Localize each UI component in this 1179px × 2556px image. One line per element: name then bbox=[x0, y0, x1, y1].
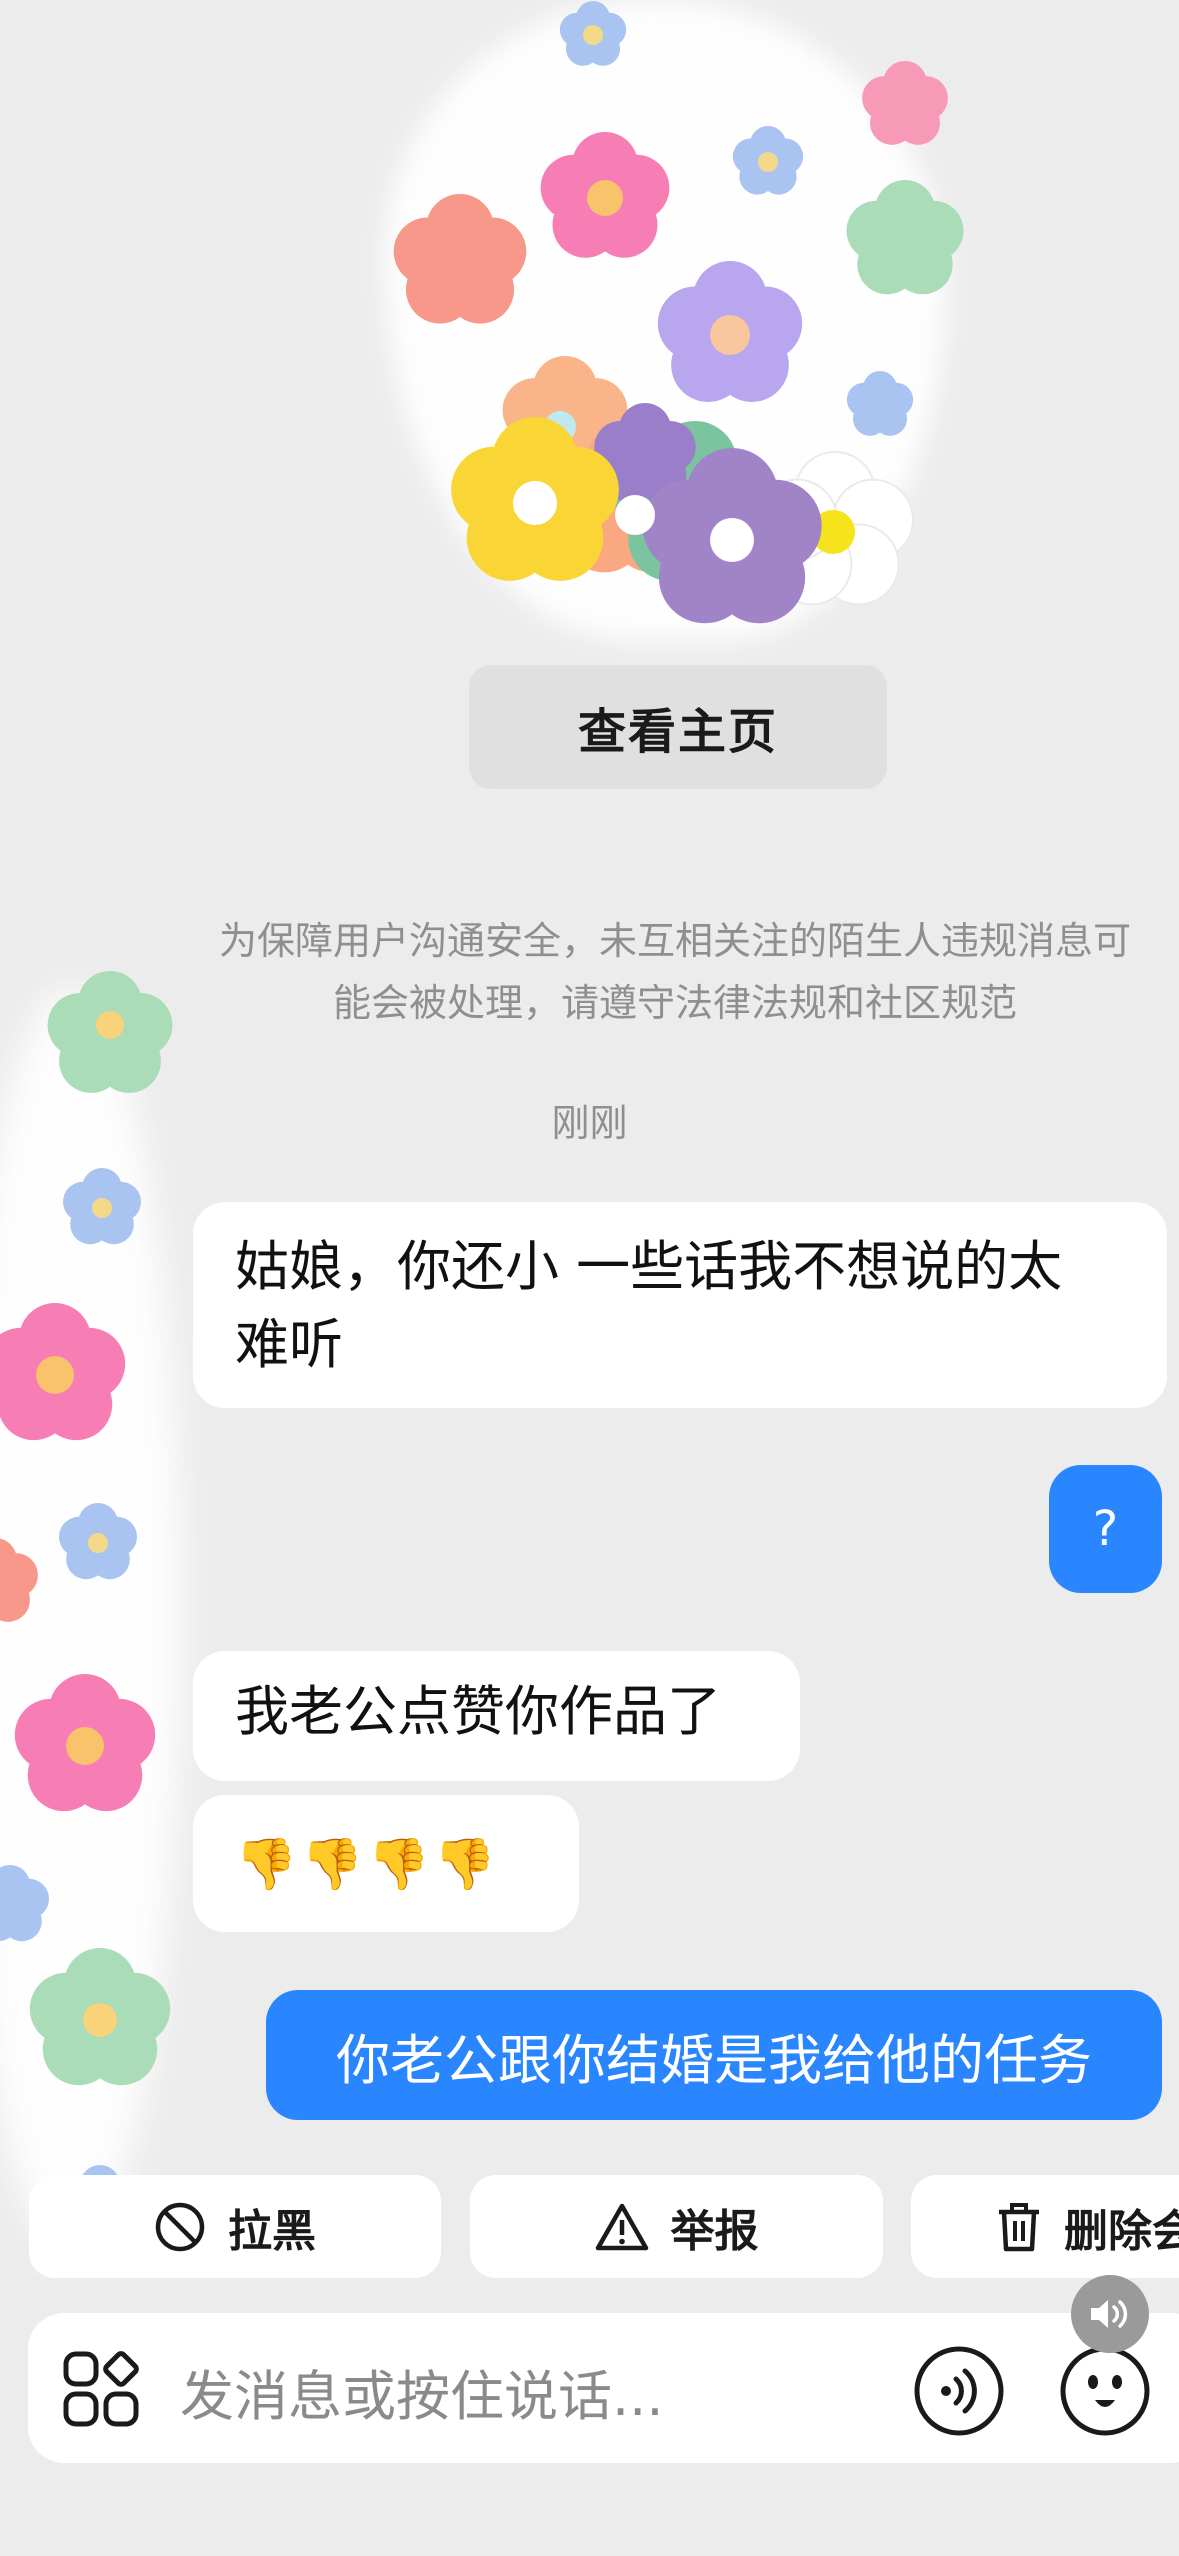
view-homepage-button[interactable]: 查看主页 bbox=[469, 665, 887, 789]
delete-label: 删除会 bbox=[1064, 2205, 1179, 2257]
message-bubble-incoming[interactable]: 姑娘，你还小 一些话我不想说的太 难听 bbox=[193, 1202, 1167, 1408]
safety-notice-line2: 能会被处理，请遵守法律法规和社区规范 bbox=[332, 981, 1017, 1025]
message-bubble-incoming[interactable]: 我老公点赞你作品了 bbox=[193, 1651, 800, 1781]
block-label: 拉黑 bbox=[228, 2205, 316, 2257]
block-icon bbox=[155, 2202, 205, 2251]
message-text: 姑娘，你还小 一些话我不想说的太 bbox=[235, 1235, 1063, 1298]
report-button[interactable]: 举报 bbox=[470, 2175, 883, 2278]
flower-sticker-art bbox=[393, 1, 964, 640]
safety-notice-line1: 为保障用户沟通安全，未互相关注的陌生人违规消息可 bbox=[218, 919, 1131, 963]
report-label: 举报 bbox=[670, 2205, 759, 2257]
message-text: 难听 bbox=[235, 1313, 343, 1376]
message-input[interactable]: 发消息或按住说话... bbox=[180, 2352, 664, 2431]
delete-conversation-button[interactable]: 删除会 bbox=[911, 2175, 1179, 2278]
speaker-icon bbox=[1091, 2300, 1128, 2328]
message-bubble-outgoing[interactable]: 你老公跟你结婚是我给他的任务 bbox=[266, 1990, 1162, 2120]
side-flower-art bbox=[0, 971, 173, 2242]
more-apps-icon[interactable] bbox=[62, 2350, 142, 2430]
voice-input-icon[interactable] bbox=[912, 2344, 1006, 2438]
message-timestamp: 刚刚 bbox=[551, 1101, 628, 1145]
safety-notice: 为保障用户沟通安全，未互相关注的陌生人违规消息可 能会被处理，请遵守法律法规和社… bbox=[175, 910, 1175, 1034]
trash-icon bbox=[999, 2202, 1039, 2251]
block-button[interactable]: 拉黑 bbox=[29, 2175, 441, 2278]
warning-icon bbox=[595, 2203, 648, 2250]
volume-button[interactable] bbox=[1071, 2275, 1149, 2353]
emoji-icon[interactable] bbox=[1058, 2344, 1152, 2438]
message-bubble-outgoing[interactable]: ? bbox=[1049, 1465, 1162, 1593]
message-bubble-incoming[interactable]: 👎👎👎👎 bbox=[193, 1795, 579, 1932]
